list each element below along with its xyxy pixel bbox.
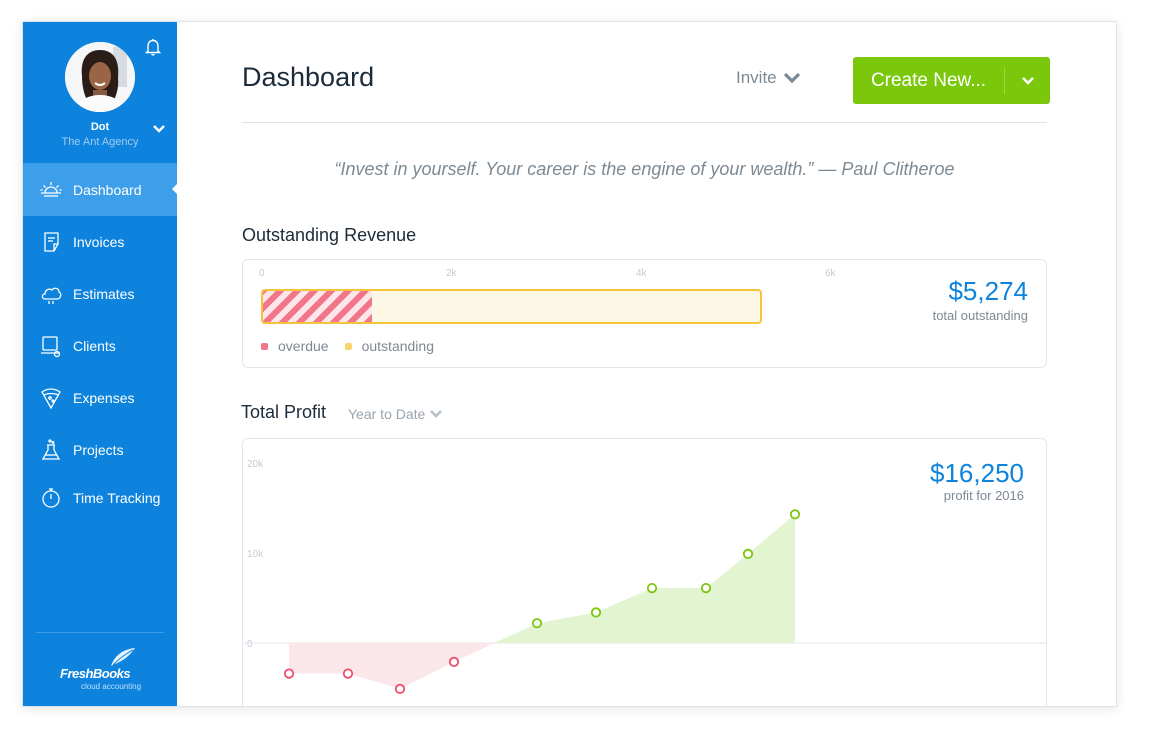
bell-icon[interactable] (143, 37, 163, 57)
logo-wordmark: FreshBooks (60, 666, 131, 681)
page-title: Dashboard (242, 62, 375, 92)
overdue-bar[interactable] (263, 291, 372, 322)
header-divider (242, 122, 1047, 123)
chevron-down-icon[interactable] (152, 121, 166, 133)
cloud-icon (39, 282, 63, 306)
axis-tick: 0 (259, 268, 265, 279)
chevron-down-icon (430, 410, 443, 418)
profit-point (590, 607, 602, 618)
profit-negative-area (289, 643, 495, 689)
quote: “Invest in yourself. Your career is the … (334, 159, 955, 179)
leaf-icon (111, 648, 135, 666)
create-new-dropdown[interactable] (1005, 57, 1050, 104)
outstanding-revenue-card[interactable]: 0 2k 4k 6k overdue outstanding $5,274 to… (242, 259, 1047, 368)
sidebar-nav: Dashboard Invoices Estimates Clients Exp… (23, 163, 177, 520)
client-icon (39, 334, 63, 358)
profit-amount: $16,250 (930, 458, 1024, 488)
sidebar-item-label: Invoices (73, 234, 125, 250)
sidebar-item-projects[interactable]: Projects (23, 424, 177, 476)
revenue-legend: overdue outstanding (261, 338, 434, 354)
overdue-legend-swatch (261, 342, 268, 350)
app-window: Dot The Ant Agency Dashboard Invoices Es… (22, 21, 1117, 707)
profit-point (742, 548, 754, 560)
profit-point (342, 668, 354, 679)
invite-label: Invite (736, 68, 777, 87)
axis-tick: 6k (825, 268, 836, 279)
sidebar-item-label: Expenses (73, 390, 135, 406)
y-axis-tick: 0 (247, 639, 253, 650)
sidebar-item-label: Clients (73, 338, 116, 354)
sidebar-item-label: Projects (73, 442, 124, 458)
outstanding-legend-label: outstanding (361, 338, 434, 354)
sidebar-item-label: Estimates (73, 286, 135, 302)
y-axis-tick: 20k (247, 459, 264, 470)
axis-tick: 2k (446, 268, 457, 279)
outstanding-revenue-title: Outstanding Revenue (242, 225, 417, 245)
stopwatch-icon (39, 486, 63, 510)
profit-period-select[interactable]: Year to Date (348, 406, 443, 422)
y-axis-tick: 10k (247, 549, 264, 560)
sidebar-item-label: Dashboard (73, 181, 142, 198)
sidebar-item-label: Time Tracking (73, 490, 161, 506)
total-outstanding-caption: total outstanding (932, 308, 1028, 323)
total-profit-title: Total Profit (241, 402, 327, 422)
sidebar-item-estimates[interactable]: Estimates (23, 268, 177, 320)
profit-chart[interactable]: 20k 10k 0 (243, 439, 1047, 707)
overdue-legend-label: overdue (278, 338, 329, 354)
chevron-down-icon (1021, 76, 1034, 85)
sidebar-item-dashboard[interactable]: Dashboard (23, 163, 177, 216)
invite-button[interactable]: Invite (736, 68, 801, 88)
sidebar-item-expenses[interactable]: Expenses (23, 372, 177, 424)
sunrise-icon (39, 178, 63, 202)
chevron-down-icon (783, 72, 800, 84)
sidebar-item-invoices[interactable]: Invoices (23, 216, 177, 268)
profit-point (283, 668, 295, 679)
outstanding-legend-swatch (344, 342, 352, 350)
sidebar-item-clients[interactable]: Clients (23, 320, 177, 372)
axis-tick: 4k (636, 268, 647, 279)
profit-period-label: Year to Date (348, 406, 426, 422)
freshbooks-logo[interactable]: FreshBooks cloud accounting (49, 646, 149, 696)
main-content: Dashboard Invite Create New... “Invest i… (177, 22, 1116, 706)
profit-point (531, 618, 543, 629)
invoice-icon (39, 230, 63, 254)
profit-point (448, 656, 460, 667)
profit-point (394, 683, 406, 694)
pizza-icon (39, 386, 63, 410)
user-company: The Ant Agency (61, 136, 139, 148)
total-profit-card[interactable]: 20k 10k 0 $16,250 profit for 2016 (242, 438, 1047, 707)
sidebar-divider (36, 632, 164, 633)
sidebar: Dot The Ant Agency Dashboard Invoices Es… (23, 22, 177, 706)
profit-point (700, 583, 712, 594)
sidebar-item-time-tracking[interactable]: Time Tracking (23, 476, 177, 520)
total-outstanding-amount: $5,274 (948, 276, 1028, 306)
logo-tagline: cloud accounting (81, 682, 142, 691)
create-new-button[interactable]: Create New... (853, 57, 1004, 104)
avatar[interactable] (65, 42, 135, 112)
create-new-button-group: Create New... (853, 57, 1050, 104)
profit-point (789, 509, 801, 520)
outstanding-bar[interactable] (261, 289, 762, 324)
flask-icon (39, 438, 63, 462)
profit-point (646, 583, 658, 594)
profit-caption: profit for 2016 (943, 488, 1024, 503)
